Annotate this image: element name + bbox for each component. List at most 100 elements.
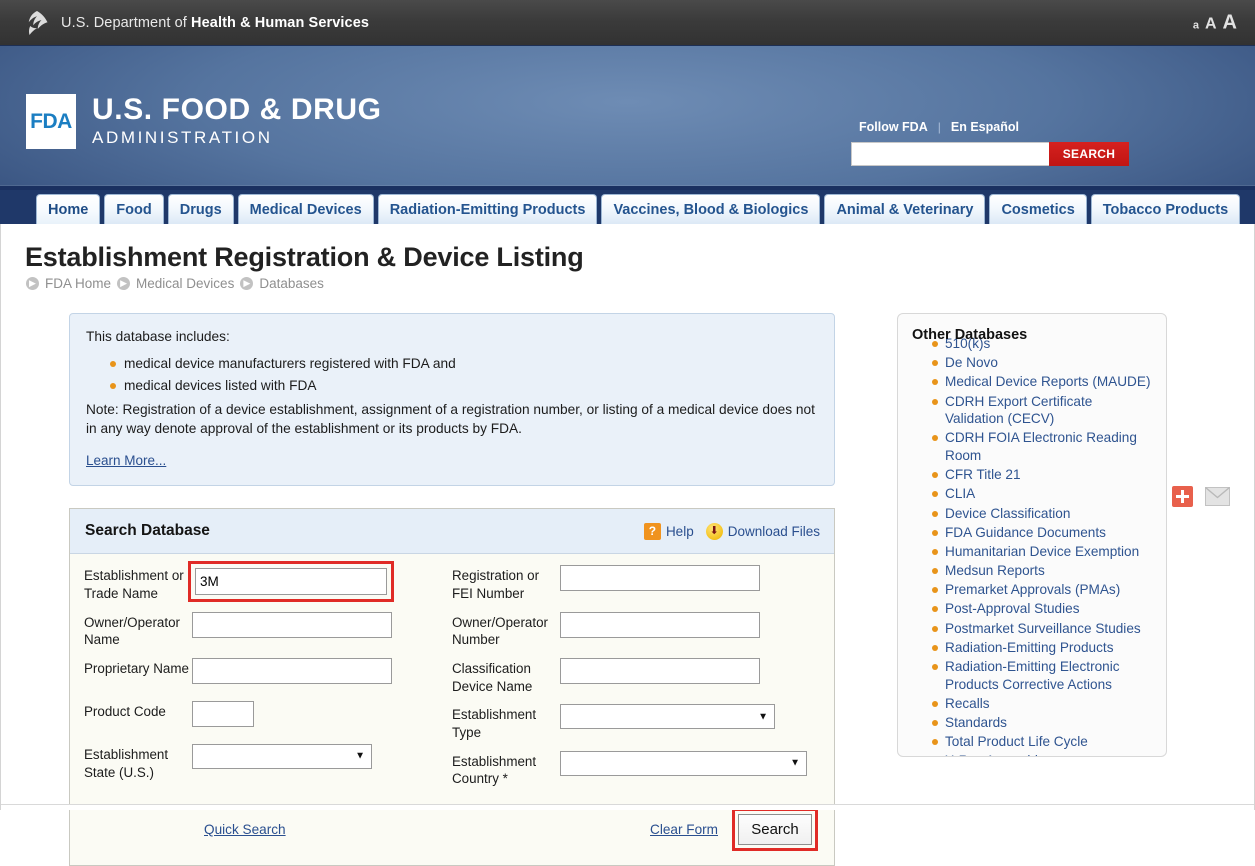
other-database-item-cdrh-foia[interactable]: CDRH FOIA Electronic Reading Room bbox=[932, 429, 1152, 466]
label-owner-operator-name: Owner/Operator Name bbox=[84, 614, 181, 648]
owner-operator-name-input[interactable] bbox=[192, 611, 392, 638]
other-database-item-post-approval-studies[interactable]: Post-Approval Studies bbox=[932, 600, 1152, 619]
breadcrumb-arrow-icon: ▶ bbox=[117, 277, 131, 290]
info-bullet-list: medical device manufacturers registered … bbox=[86, 354, 818, 398]
other-database-item-x-ray-assembler[interactable]: X-Ray Assembler bbox=[945, 752, 1152, 756]
other-database-item-standards[interactable]: Standards bbox=[932, 714, 1152, 733]
font-size-medium-button[interactable]: A bbox=[1205, 15, 1217, 33]
other-database-item-recalls[interactable]: Recalls bbox=[932, 695, 1152, 714]
other-database-item-radiation-emitting-corrective-actions[interactable]: Radiation-Emitting Electronic Products C… bbox=[932, 658, 1152, 695]
download-icon: ⬇ bbox=[705, 522, 723, 540]
nav-tab-home[interactable]: Home bbox=[36, 194, 101, 224]
fda-logo-mark: FDA bbox=[26, 94, 76, 150]
site-search-group: SEARCH bbox=[851, 142, 1129, 166]
other-database-item-premarket-approvals[interactable]: Premarket Approvals (PMAs) bbox=[932, 581, 1152, 600]
breadcrumb-item-medical-devices[interactable]: Medical Devices bbox=[136, 276, 234, 291]
secondary-column: Other Databases 510(k)s De Novo Medical … bbox=[897, 313, 1167, 866]
site-search-button[interactable]: SEARCH bbox=[1049, 142, 1129, 166]
establishment-type-select[interactable]: ▼ bbox=[560, 704, 775, 730]
other-database-item-cecv[interactable]: CDRH Export Certificate Validation (CECV… bbox=[932, 393, 1152, 430]
banner-utility-area: Follow FDA | En Español SEARCH bbox=[851, 120, 1129, 166]
hhs-branding[interactable]: U.S. Department of Health & Human Servic… bbox=[0, 8, 369, 38]
field-row-registration-fei: Registration or FEI Number bbox=[452, 565, 820, 602]
search-submit-button[interactable]: Search bbox=[738, 814, 812, 846]
download-files-label: Download Files bbox=[727, 523, 820, 539]
nav-tab-medical-devices[interactable]: Medical Devices bbox=[237, 194, 374, 224]
establishment-name-highlight bbox=[188, 561, 394, 603]
label-proprietary-name: Proprietary Name bbox=[84, 660, 189, 676]
info-lead-text: This database includes: bbox=[86, 329, 230, 344]
search-form-grid: Establishment or Trade Name Owner/Operat… bbox=[84, 561, 820, 797]
en-espanol-link[interactable]: En Español bbox=[951, 120, 1019, 134]
field-row-proprietary-name: Proprietary Name bbox=[84, 657, 452, 692]
learn-more-link[interactable]: Learn More... bbox=[86, 451, 166, 471]
search-button-highlight: Search bbox=[732, 808, 818, 852]
search-form-left-column: Establishment or Trade Name Owner/Operat… bbox=[84, 561, 452, 797]
download-files-action[interactable]: ⬇ Download Files bbox=[705, 522, 820, 540]
label-establishment-name: Establishment or Trade Name bbox=[84, 568, 184, 601]
nav-tab-radiation-emitting-products[interactable]: Radiation-Emitting Products bbox=[377, 194, 598, 224]
other-database-item-cfr-title-21[interactable]: CFR Title 21 bbox=[932, 466, 1152, 485]
field-row-establishment-type: Establishment Type ▼ bbox=[452, 704, 820, 741]
other-database-item-fda-guidance-documents[interactable]: FDA Guidance Documents bbox=[932, 524, 1152, 543]
other-database-item-total-product-life-cycle[interactable]: Total Product Life Cycle bbox=[932, 733, 1152, 752]
establishment-name-input[interactable] bbox=[195, 568, 387, 596]
main-navigation: Home Food Drugs Medical Devices Radiatio… bbox=[0, 186, 1255, 224]
banner-link-separator: | bbox=[937, 120, 941, 134]
other-database-item-maude[interactable]: Medical Device Reports (MAUDE) bbox=[932, 373, 1152, 392]
search-panel-actions: ? Help ⬇ Download Files bbox=[643, 522, 820, 540]
fda-logo-block[interactable]: FDA U.S. FOOD & DRUG ADMINISTRATION bbox=[26, 94, 382, 150]
search-panel-header: Search Database ? Help ⬇ Download Files bbox=[70, 509, 834, 555]
hhs-label-plain: U.S. Department of bbox=[61, 14, 192, 31]
nav-tab-animal-veterinary[interactable]: Animal & Veterinary bbox=[824, 194, 986, 224]
nav-tab-drugs[interactable]: Drugs bbox=[167, 194, 234, 224]
label-classification-device-name: Classification Device Name bbox=[452, 660, 533, 694]
share-icon[interactable] bbox=[1172, 486, 1193, 507]
nav-tab-cosmetics[interactable]: Cosmetics bbox=[989, 194, 1087, 224]
nav-tab-vaccines-blood-biologics[interactable]: Vaccines, Blood & Biologics bbox=[601, 194, 821, 224]
label-product-code: Product Code bbox=[84, 703, 166, 719]
hhs-label-bold: Health & Human Services bbox=[191, 14, 370, 31]
nav-tab-tobacco-products[interactable]: Tobacco Products bbox=[1090, 194, 1241, 224]
field-row-establishment-state: Establishment State (U.S.) ▼ bbox=[84, 743, 452, 781]
label-establishment-state: Establishment State (U.S.) bbox=[84, 746, 169, 780]
help-action[interactable]: ? Help bbox=[643, 522, 694, 540]
registration-fei-input[interactable] bbox=[560, 565, 760, 592]
other-database-item-postmarket-surveillance-studies[interactable]: Postmarket Surveillance Studies bbox=[932, 620, 1152, 639]
field-row-classification-device-name: Classification Device Name bbox=[452, 657, 820, 695]
font-size-large-button[interactable]: A bbox=[1223, 11, 1237, 34]
follow-fda-link[interactable]: Follow FDA bbox=[859, 120, 928, 134]
other-database-item-humanitarian-device-exemption[interactable]: Humanitarian Device Exemption bbox=[932, 543, 1152, 562]
establishment-state-select[interactable]: ▼ bbox=[192, 743, 372, 769]
breadcrumb-item-databases[interactable]: Databases bbox=[259, 276, 324, 291]
establishment-country-select[interactable]: ▼ bbox=[560, 750, 807, 776]
other-database-item-de-novo[interactable]: De Novo bbox=[932, 354, 1152, 373]
product-code-input[interactable] bbox=[192, 700, 254, 727]
fda-title-line2: ADMINISTRATION bbox=[92, 127, 273, 147]
owner-operator-number-input[interactable] bbox=[560, 611, 760, 638]
breadcrumb-item-fda-home[interactable]: FDA Home bbox=[45, 276, 111, 291]
field-row-establishment-name: Establishment or Trade Name bbox=[84, 561, 452, 603]
email-icon[interactable] bbox=[1205, 487, 1230, 506]
nav-tab-food[interactable]: Food bbox=[104, 194, 164, 224]
font-size-small-button[interactable]: a bbox=[1193, 19, 1199, 31]
other-database-item-radiation-emitting-products[interactable]: Radiation-Emitting Products bbox=[932, 639, 1152, 658]
label-establishment-type: Establishment Type bbox=[452, 707, 537, 740]
other-database-item-clia[interactable]: CLIA bbox=[932, 485, 1152, 504]
other-database-item-device-classification[interactable]: Device Classification bbox=[932, 505, 1152, 524]
classification-device-name-input[interactable] bbox=[560, 657, 760, 684]
page-bottom-strip bbox=[1, 804, 1254, 810]
breadcrumb-arrow-icon: ▶ bbox=[26, 277, 39, 290]
site-search-input[interactable] bbox=[851, 142, 1049, 166]
other-database-item-medsun-reports[interactable]: Medsun Reports bbox=[932, 562, 1152, 581]
chevron-down-icon: ▼ bbox=[758, 711, 768, 723]
clear-form-link[interactable]: Clear Form bbox=[650, 822, 718, 837]
info-note-text: Note: Registration of a device establish… bbox=[86, 401, 815, 437]
hhs-top-bar: U.S. Department of Health & Human Servic… bbox=[0, 0, 1255, 46]
field-row-owner-operator-name: Owner/Operator Name bbox=[84, 611, 452, 649]
field-row-owner-operator-number: Owner/Operator Number bbox=[452, 611, 820, 649]
quick-search-link[interactable]: Quick Search bbox=[204, 822, 286, 837]
fda-title-block: U.S. FOOD & DRUG ADMINISTRATION bbox=[92, 94, 382, 149]
proprietary-name-input[interactable] bbox=[192, 657, 392, 684]
label-establishment-country: Establishment Country * bbox=[452, 753, 537, 787]
